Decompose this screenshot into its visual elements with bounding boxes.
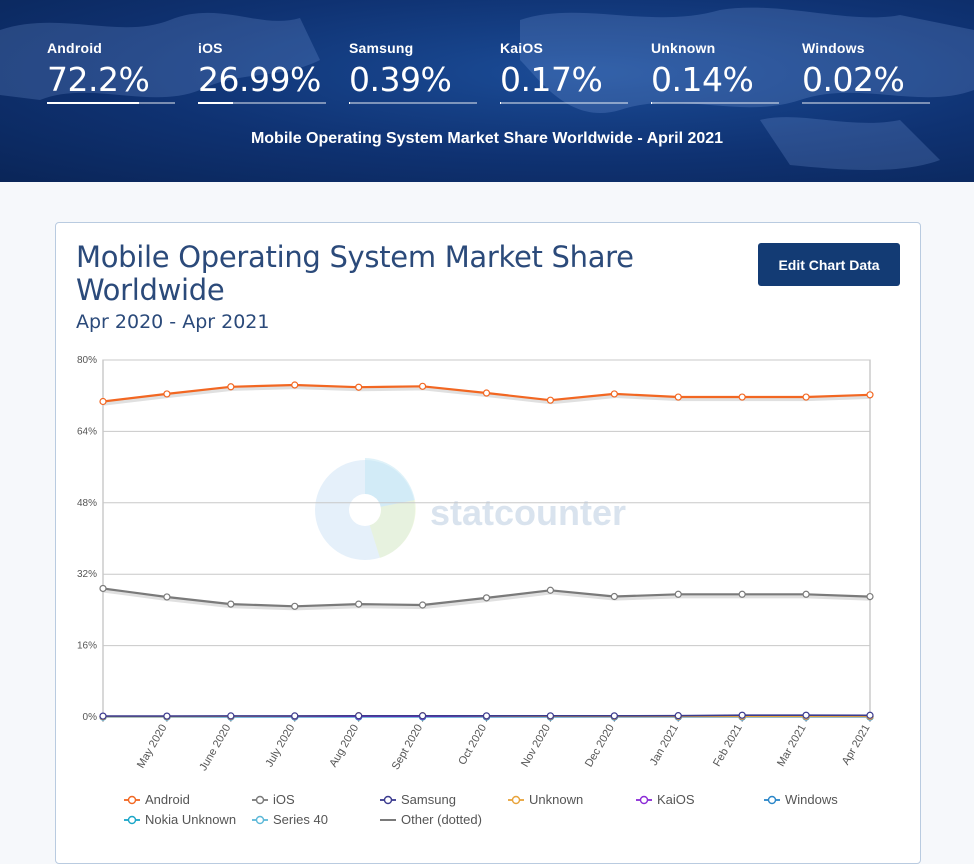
stat-share-bar: [500, 102, 628, 104]
stat-value: 0.17%: [500, 62, 628, 98]
stat-unknown: Unknown 0.14%: [651, 40, 779, 104]
banner-title: Mobile Operating System Market Share Wor…: [0, 130, 974, 148]
stat-name: Android: [47, 40, 175, 56]
chart-title: Mobile Operating System Market Share Wor…: [76, 241, 676, 307]
stat-share-fill: [198, 102, 233, 104]
stat-value: 0.02%: [802, 62, 930, 98]
stat-share-bar: [349, 102, 477, 104]
stat-value: 26.99%: [198, 62, 326, 98]
edit-chart-data-button[interactable]: Edit Chart Data: [758, 243, 900, 286]
stat-share-bar: [198, 102, 326, 104]
stat-android: Android 72.2%: [47, 40, 175, 104]
stat-samsung: Samsung 0.39%: [349, 40, 477, 104]
stat-name: Samsung: [349, 40, 477, 56]
summary-banner: Android 72.2% iOS 26.99% Samsung 0.39% KaiOS 0.…: [0, 0, 974, 182]
stat-value: 0.39%: [349, 62, 477, 98]
stat-name: Unknown: [651, 40, 779, 56]
stat-share-bar: [651, 102, 779, 104]
stat-name: Windows: [802, 40, 930, 56]
stat-share-fill: [47, 102, 139, 104]
chart-panel: Mobile Operating System Market Share Wor…: [55, 222, 921, 864]
stat-name: iOS: [198, 40, 326, 56]
stat-ios: iOS 26.99%: [198, 40, 326, 104]
stat-windows: Windows 0.02%: [802, 40, 930, 104]
stat-value: 72.2%: [47, 62, 175, 98]
stat-value: 0.14%: [651, 62, 779, 98]
stat-name: KaiOS: [500, 40, 628, 56]
stat-share-bar: [802, 102, 930, 104]
chart-subtitle: Apr 2020 - Apr 2021: [76, 311, 269, 333]
stat-kaios: KaiOS 0.17%: [500, 40, 628, 104]
stat-share-bar: [47, 102, 175, 104]
